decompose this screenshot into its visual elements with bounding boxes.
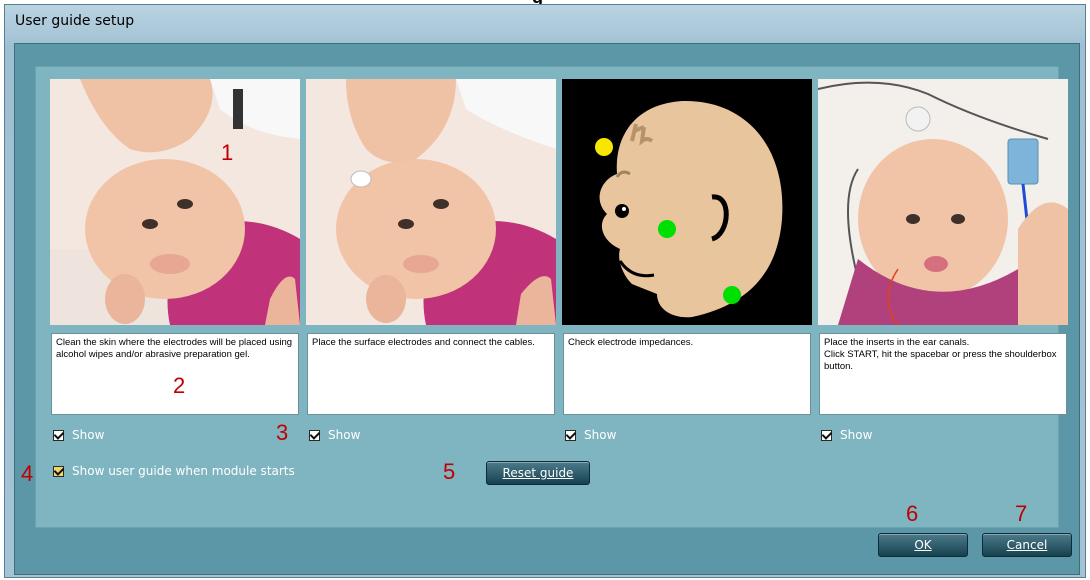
step-4-show-checkbox[interactable]: Show: [821, 427, 872, 443]
annotation-marker-2: 2: [173, 373, 186, 398]
cancel-button[interactable]: Cancel: [982, 533, 1072, 557]
annotation-marker-5: 5: [443, 459, 456, 484]
cancel-label: Cancel: [1006, 538, 1048, 552]
ok-button[interactable]: OK: [878, 533, 968, 557]
checkbox-icon[interactable]: [309, 429, 320, 441]
annotation-marker-7: 7: [1015, 501, 1028, 526]
step-2-show-checkbox[interactable]: Show: [309, 427, 360, 443]
checkbox-icon[interactable]: [53, 465, 64, 477]
reset-guide-button[interactable]: Reset guide: [486, 461, 590, 485]
ok-label: OK: [914, 538, 932, 552]
checkbox-icon[interactable]: [821, 429, 832, 441]
step-2-description[interactable]: Place the surface electrodes and connect…: [307, 333, 555, 415]
guide-steps-panel: Clean the skin where the electrodes will…: [35, 66, 1068, 528]
step-3-show-checkbox[interactable]: Show: [565, 427, 616, 443]
show-on-start-label: Show user guide when module starts: [72, 464, 295, 478]
annotation-marker-6: 6: [906, 501, 919, 526]
show-label: Show: [840, 428, 873, 442]
user-guide-setup-dialog: User guide setup Clean the skin where th…: [4, 4, 1086, 578]
annotation-marker-3: 3: [276, 420, 289, 445]
dialog-client-area: Clean the skin where the electrodes will…: [14, 43, 1080, 575]
show-label: Show: [584, 428, 617, 442]
show-label: Show: [328, 428, 361, 442]
step-3-description[interactable]: Check electrode impedances.: [563, 333, 811, 415]
show-guide-on-start-checkbox[interactable]: Show user guide when module starts: [53, 463, 295, 479]
step-4-description[interactable]: Place the inserts in the ear canals. Cli…: [819, 333, 1067, 415]
annotation-marker-1: 1: [221, 140, 234, 165]
step-2-image: [306, 79, 556, 325]
checkbox-icon[interactable]: [565, 429, 576, 441]
step-1-show-checkbox[interactable]: Show: [53, 427, 104, 443]
reset-guide-label: Reset guide: [502, 466, 574, 480]
step-1-image: [50, 79, 300, 325]
annotation-marker-4: 4: [21, 461, 34, 486]
step-3-image: [562, 79, 812, 325]
window-title: User guide setup: [15, 13, 135, 29]
show-label: Show: [72, 428, 105, 442]
step-4-image: [818, 79, 1068, 325]
checkbox-icon[interactable]: [53, 429, 64, 441]
